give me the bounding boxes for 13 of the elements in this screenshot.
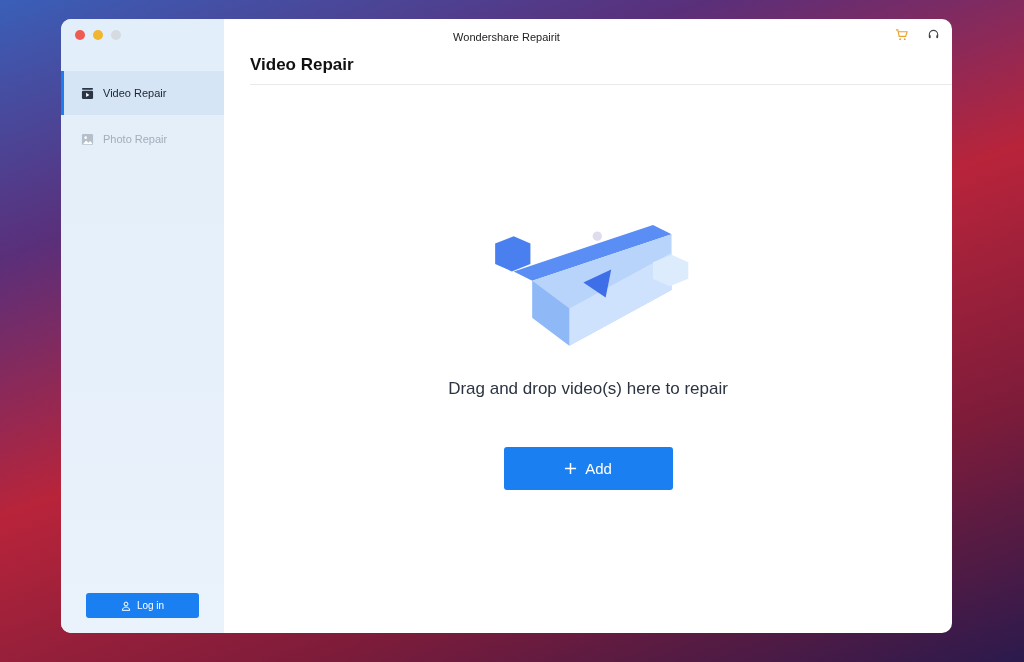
add-button[interactable]: Add [503,447,673,490]
image-icon [81,132,94,146]
plus-icon [564,462,578,475]
drop-hint: Drag and drop video(s) here to repair [448,379,728,399]
cart-icon[interactable] [895,28,908,41]
headset-icon[interactable] [927,28,940,41]
sidebar-item[interactable]: Video Repair [61,71,224,115]
sidebar-item[interactable]: Photo Repair [61,117,224,161]
page-heading: Video Repair [250,55,952,85]
video-icon [81,86,94,100]
user-icon [120,600,131,611]
login-button[interactable]: Log in [86,593,199,618]
window-title: Wondershare Repairit [453,31,560,43]
